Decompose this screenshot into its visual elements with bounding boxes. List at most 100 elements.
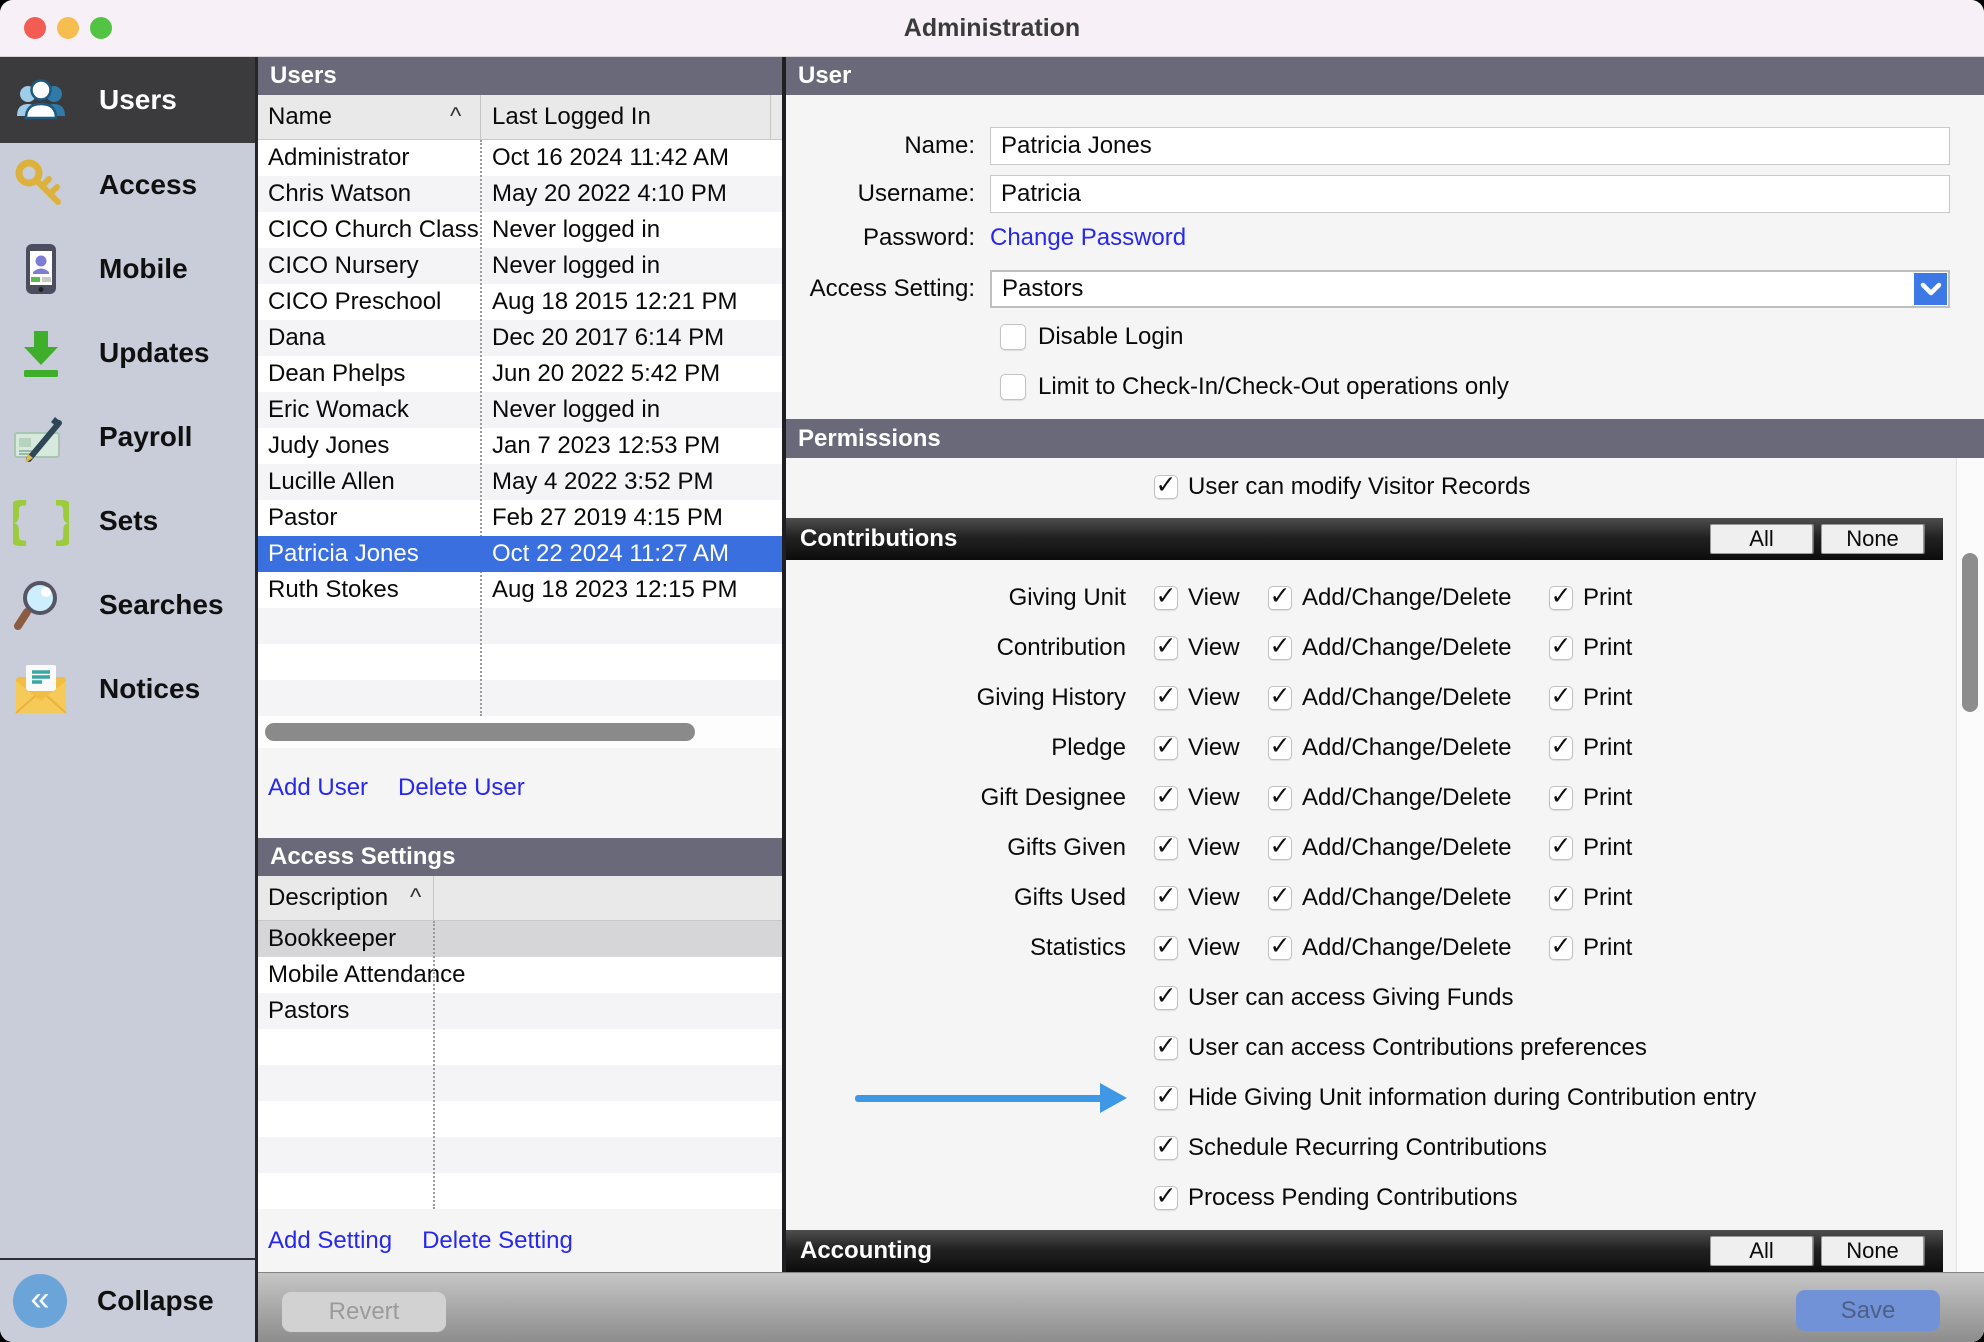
accounting-all-button[interactable]: All	[1710, 1236, 1813, 1266]
view-checkbox[interactable]	[1154, 936, 1178, 960]
table-row[interactable]	[258, 608, 782, 644]
add-change-delete-checkbox[interactable]	[1268, 786, 1292, 810]
add-user-link[interactable]: Add User	[268, 774, 368, 838]
sidebar-item-sets[interactable]: { }Sets	[0, 479, 255, 563]
users-horizontal-scrollbar[interactable]	[258, 716, 782, 748]
permission-option-checkbox[interactable]	[1154, 1136, 1178, 1160]
permission-option-checkbox[interactable]	[1154, 1036, 1178, 1060]
delete-user-link[interactable]: Delete User	[398, 774, 525, 838]
view-checkbox[interactable]	[1154, 586, 1178, 610]
checkbox-label: Add/Change/Delete	[1302, 583, 1511, 613]
checkbox-label: Add/Change/Delete	[1302, 683, 1511, 713]
add-change-delete-checkbox[interactable]	[1268, 736, 1292, 760]
view-checkbox[interactable]	[1154, 836, 1178, 860]
table-row[interactable]	[258, 1173, 782, 1209]
permissions-vertical-scrollbar[interactable]	[1956, 458, 1984, 1342]
permission-grid-row: Gifts UsedViewAdd/Change/DeletePrint	[786, 883, 1943, 913]
table-row[interactable]: Mobile Attendance	[258, 957, 782, 993]
sidebar-item-users[interactable]: Users	[0, 57, 255, 143]
add-change-delete-checkbox[interactable]	[1268, 636, 1292, 660]
checkbox-label: Print	[1583, 633, 1632, 663]
add-change-delete-checkbox[interactable]	[1268, 886, 1292, 910]
collapse-button[interactable]: « Collapse	[0, 1258, 255, 1342]
table-row[interactable]: CICO PreschoolAug 18 2015 12:21 PM	[258, 284, 782, 320]
name-field[interactable]	[990, 127, 1950, 165]
table-row[interactable]: Chris WatsonMay 20 2022 4:10 PM	[258, 176, 782, 212]
chevron-down-icon[interactable]	[1914, 273, 1947, 305]
table-row[interactable]	[258, 1101, 782, 1137]
accounting-none-button[interactable]: None	[1821, 1236, 1924, 1266]
print-checkbox[interactable]	[1549, 686, 1573, 710]
table-row[interactable]: DanaDec 20 2017 6:14 PM	[258, 320, 782, 356]
table-row[interactable]: Patricia JonesOct 22 2024 11:27 AM	[258, 536, 782, 572]
print-checkbox[interactable]	[1549, 736, 1573, 760]
mobile-icon	[13, 241, 69, 297]
table-row[interactable]: Bookkeeper	[258, 921, 782, 957]
view-checkbox[interactable]	[1154, 636, 1178, 660]
setting-description-cell: Pastors	[268, 993, 349, 1029]
column-divider[interactable]	[433, 876, 434, 920]
table-row[interactable]: CICO Church ClassNever logged in	[258, 212, 782, 248]
column-header-last-logged-in[interactable]: Last Logged In	[492, 95, 651, 139]
print-checkbox[interactable]	[1549, 836, 1573, 860]
sidebar-item-access[interactable]: Access	[0, 143, 255, 227]
table-row[interactable]: Pastors	[258, 993, 782, 1029]
add-change-delete-checkbox[interactable]	[1268, 836, 1292, 860]
column-divider[interactable]	[770, 95, 771, 139]
access-setting-dropdown[interactable]: Pastors	[990, 270, 1950, 308]
column-header-name[interactable]: Name	[268, 95, 332, 139]
table-row[interactable]	[258, 680, 782, 716]
scrollbar-thumb[interactable]	[1962, 553, 1978, 712]
save-button[interactable]: Save	[1796, 1290, 1940, 1331]
disable-login-checkbox[interactable]	[1000, 324, 1026, 350]
table-row[interactable]: PastorFeb 27 2019 4:15 PM	[258, 500, 782, 536]
print-checkbox[interactable]	[1549, 636, 1573, 660]
sidebar-item-updates[interactable]: Updates	[0, 311, 255, 395]
sidebar-item-searches[interactable]: Searches	[0, 563, 255, 647]
scrollbar-thumb[interactable]	[265, 723, 695, 741]
add-change-delete-checkbox[interactable]	[1268, 936, 1292, 960]
table-row[interactable]	[258, 644, 782, 680]
table-row[interactable]: Dean PhelpsJun 20 2022 5:42 PM	[258, 356, 782, 392]
table-row[interactable]	[258, 1065, 782, 1101]
visitor-records-checkbox[interactable]	[1154, 475, 1178, 499]
table-row[interactable]: Eric WomackNever logged in	[258, 392, 782, 428]
username-field[interactable]	[990, 175, 1950, 213]
print-checkbox[interactable]	[1549, 586, 1573, 610]
permission-option-checkbox[interactable]	[1154, 1086, 1178, 1110]
contributions-none-button[interactable]: None	[1821, 524, 1924, 554]
table-row[interactable]	[258, 1029, 782, 1065]
sidebar-item-mobile[interactable]: Mobile	[0, 227, 255, 311]
print-checkbox[interactable]	[1549, 886, 1573, 910]
print-checkbox[interactable]	[1549, 936, 1573, 960]
permission-option-checkbox[interactable]	[1154, 1186, 1178, 1210]
view-checkbox[interactable]	[1154, 786, 1178, 810]
table-row[interactable]	[258, 1137, 782, 1173]
checkbox-label: Add/Change/Delete	[1302, 883, 1511, 913]
table-row[interactable]: CICO NurseryNever logged in	[258, 248, 782, 284]
add-change-delete-checkbox[interactable]	[1268, 686, 1292, 710]
contributions-all-button[interactable]: All	[1710, 524, 1813, 554]
user-name-cell: Judy Jones	[268, 428, 389, 464]
permission-option-checkbox[interactable]	[1154, 986, 1178, 1010]
view-checkbox[interactable]	[1154, 886, 1178, 910]
view-checkbox[interactable]	[1154, 686, 1178, 710]
sidebar-item-label: Notices	[99, 673, 200, 705]
permission-row-label: Gifts Used	[786, 883, 1126, 913]
table-row[interactable]: AdministratorOct 16 2024 11:42 AM	[258, 140, 782, 176]
change-password-link[interactable]: Change Password	[990, 221, 1186, 255]
limit-checkin-checkbox[interactable]	[1000, 374, 1026, 400]
download-icon	[13, 325, 69, 381]
table-row[interactable]: Ruth StokesAug 18 2023 12:15 PM	[258, 572, 782, 608]
table-row[interactable]: Judy JonesJan 7 2023 12:53 PM	[258, 428, 782, 464]
column-header-description[interactable]: Description	[268, 876, 388, 920]
revert-button[interactable]: Revert	[282, 1292, 446, 1332]
print-checkbox[interactable]	[1549, 786, 1573, 810]
sidebar-item-payroll[interactable]: Payroll	[0, 395, 255, 479]
column-divider[interactable]	[480, 95, 481, 139]
user-name-cell: Eric Womack	[268, 392, 409, 428]
table-row[interactable]: Lucille AllenMay 4 2022 3:52 PM	[258, 464, 782, 500]
view-checkbox[interactable]	[1154, 736, 1178, 760]
add-change-delete-checkbox[interactable]	[1268, 586, 1292, 610]
sidebar-item-notices[interactable]: Notices	[0, 647, 255, 731]
